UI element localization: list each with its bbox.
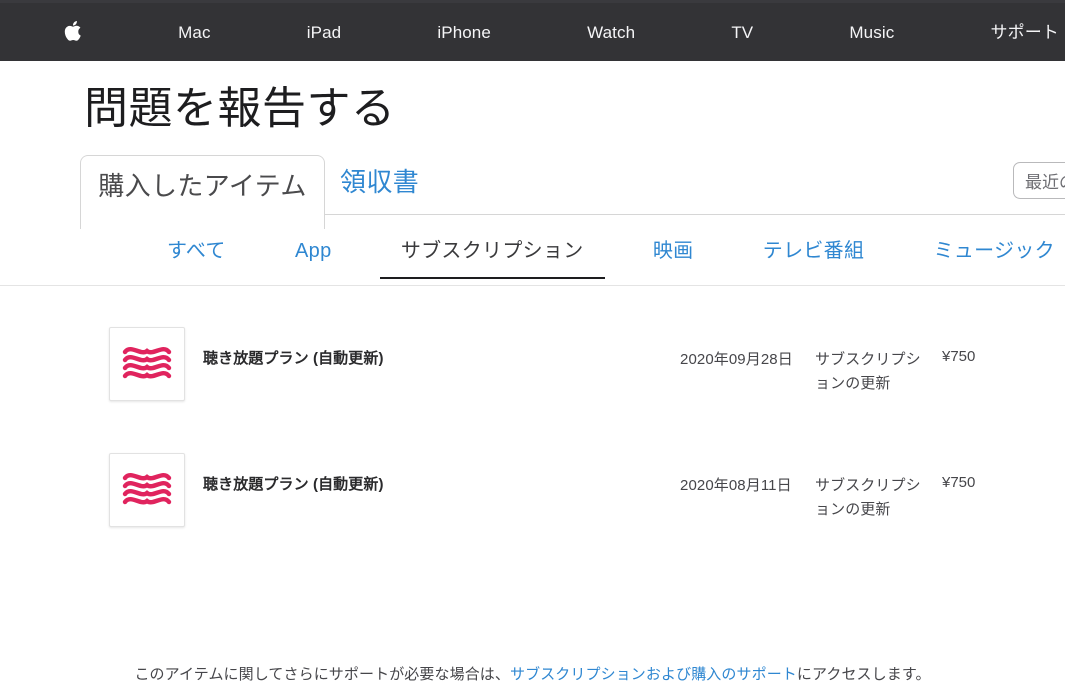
globalnav-item-watch[interactable]: Watch — [581, 24, 641, 41]
audiobook-waves-icon — [109, 453, 185, 528]
tab-purchased-items-label: 購入したアイテム — [98, 171, 307, 202]
globalnav-item-music[interactable]: Music — [843, 24, 900, 41]
recent-filter-select[interactable]: 最近の — [1013, 162, 1065, 200]
globalnav-list: Mac iPad iPhone Watch TV Music サポート — [0, 18, 1065, 46]
item-title: 聴き放題プラン (自動更新) — [203, 350, 384, 368]
secondary-tab-all[interactable]: すべて — [165, 237, 228, 279]
globalnav-item-tv[interactable]: TV — [725, 24, 759, 41]
item-date: 2020年09月28日 — [680, 351, 793, 369]
item-date: 2020年08月11日 — [680, 477, 792, 495]
page-content: 問題を報告する 購入したアイテム 領収書 最近の すべて App サブスクリプシ… — [0, 84, 1065, 683]
secondary-tab-subscriptions[interactable]: サブスクリプション — [379, 237, 605, 280]
globalnav-item-ipad[interactable]: iPad — [301, 24, 347, 41]
table-row[interactable]: 聴き放題プラン (自動更新) 2020年08月11日 サブスクリプションの更新 … — [0, 453, 1065, 579]
table-row[interactable]: 聴き放題プラン (自動更新) 2020年09月28日 サブスクリプションの更新 … — [0, 327, 1065, 453]
globalnav-item-iphone[interactable]: iPhone — [431, 24, 497, 41]
secondary-tab-baseline — [0, 285, 1065, 287]
audiobook-waves-icon — [109, 327, 185, 402]
item-description: サブスクリプションの更新 — [815, 351, 921, 392]
globalnav-item-support[interactable]: サポート — [985, 24, 1065, 41]
tab-purchased-items[interactable]: 購入したアイテム — [80, 155, 325, 230]
support-footer-prefix: このアイテムに関してさらにサポートが必要な場合は、 — [134, 666, 510, 683]
primary-tab-baseline — [325, 214, 1065, 216]
secondary-tab-app[interactable]: App — [293, 237, 334, 279]
purchase-items-list: 聴き放題プラン (自動更新) 2020年09月28日 サブスクリプションの更新 … — [0, 327, 1065, 579]
secondary-tab-bar: すべて App サブスクリプション 映画 テレビ番組 ミュージック — [0, 237, 1065, 287]
global-navigation-bar: Mac iPad iPhone Watch TV Music サポート — [0, 0, 1065, 61]
support-footer-link[interactable]: サブスクリプションおよび購入のサポート — [510, 666, 797, 683]
tab-receipts[interactable]: 領収書 — [340, 167, 419, 198]
item-description: サブスクリプションの更新 — [815, 477, 921, 518]
secondary-tab-movies[interactable]: 映画 — [651, 237, 696, 279]
secondary-tab-list: すべて App サブスクリプション 映画 テレビ番組 ミュージック — [165, 237, 1057, 280]
recent-filter-select-value: 最近の — [1025, 173, 1065, 193]
item-price: ¥750 — [942, 474, 976, 492]
globalnav-item-mac[interactable]: Mac — [172, 24, 216, 41]
secondary-tab-tvshows[interactable]: テレビ番組 — [761, 237, 867, 279]
secondary-tab-music[interactable]: ミュージック — [932, 237, 1057, 279]
apple-logo-glyph — [64, 20, 82, 42]
item-price: ¥750 — [942, 348, 976, 366]
primary-tab-bar: 購入したアイテム 領収書 最近の — [0, 155, 1065, 230]
page-title: 問題を報告する — [84, 84, 396, 133]
support-footer-note: このアイテムに関してさらにサポートが必要な場合は、サブスクリプションおよび購入の… — [0, 663, 1065, 684]
item-title: 聴き放題プラン (自動更新) — [203, 476, 384, 494]
support-footer-suffix: にアクセスします。 — [796, 666, 931, 683]
apple-logo-icon[interactable] — [58, 18, 88, 46]
